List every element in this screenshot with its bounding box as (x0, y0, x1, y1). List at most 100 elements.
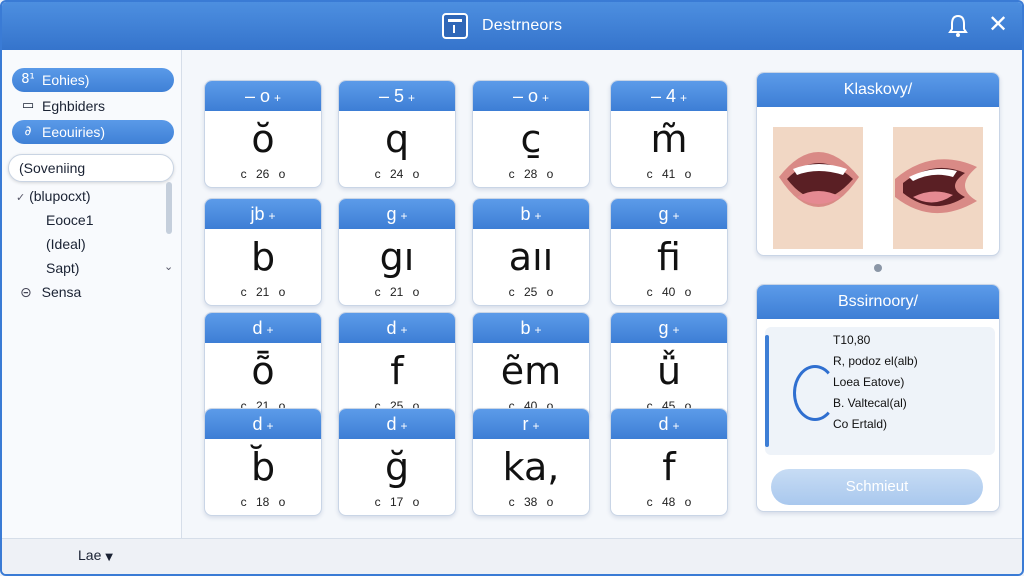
sidebar-list-label: Eooce1 (46, 212, 94, 228)
phoneme-symbol: aıı (508, 235, 554, 279)
plus-icon[interactable]: + (532, 419, 539, 433)
phoneme-card[interactable]: r + ka, c 38 o (472, 408, 590, 516)
phoneme-symbol: ğ (384, 445, 410, 489)
phoneme-card-header: d + (339, 313, 455, 343)
plus-icon[interactable]: + (673, 209, 680, 223)
close-icon[interactable]: ✕ (988, 12, 1008, 36)
phoneme-card[interactable]: g + ǚ c 45 o (610, 312, 728, 420)
plus-icon[interactable]: + (680, 91, 687, 105)
phoneme-card[interactable]: jb + b c 21 o (204, 198, 322, 306)
plus-icon[interactable]: + (269, 209, 276, 223)
sidebar-item-label: Eohies) (42, 72, 90, 88)
phoneme-symbol: ka, (502, 445, 560, 489)
language-select[interactable]: Lae ▼ (78, 547, 113, 563)
phoneme-card-count: c 38 o (508, 495, 554, 509)
phoneme-card[interactable]: d + b̆ c 18 o (204, 408, 322, 516)
phoneme-card-header-text: d (252, 318, 263, 338)
phoneme-card-count: c 25 o (508, 285, 554, 299)
plus-icon[interactable]: + (408, 91, 415, 105)
phoneme-card-header: d + (205, 409, 321, 439)
phoneme-card[interactable]: d + ğ c 17 o (338, 408, 456, 516)
stat-line: B. Valtecal(al) (833, 396, 907, 410)
stat-line: Co Ertald) (833, 417, 888, 431)
phoneme-card-header: – 5 + (339, 81, 455, 111)
chevron-down-icon[interactable]: ⌄ (164, 260, 173, 273)
phoneme-card-count: c 21 o (240, 285, 286, 299)
sidebar-scrollbar[interactable] (166, 182, 172, 234)
phoneme-card-header-text: g (386, 204, 397, 224)
phoneme-card[interactable]: d + f c 48 o (610, 408, 728, 516)
plus-icon[interactable]: + (673, 323, 680, 337)
check-icon: ✓ (16, 191, 26, 204)
phoneme-card-header-text: d (386, 318, 397, 338)
notification-bell-icon[interactable] (948, 14, 968, 38)
phoneme-symbol: q (384, 117, 410, 161)
phoneme-card[interactable]: g + gı c 21 o (338, 198, 456, 306)
phoneme-symbol: fi (657, 235, 681, 279)
phoneme-card[interactable]: d + ȭ c 21 o (204, 312, 322, 420)
status-bar: Lae ▼ (2, 538, 1022, 574)
stat-line: T10,80 (833, 333, 871, 347)
sidebar-list-item[interactable]: Sapt) (46, 260, 79, 276)
phoneme-card-header-text: g (658, 204, 669, 224)
phoneme-card[interactable]: – o + ŏ c 26 o (204, 80, 322, 188)
sidebar-item-label: Eghbiders (42, 98, 106, 114)
plus-icon[interactable]: + (401, 323, 408, 337)
accent-bar (765, 335, 769, 447)
sidebar-item-eeouiries[interactable]: ∂ Eeouiries) (12, 120, 174, 144)
plus-icon[interactable]: + (401, 209, 408, 223)
plus-icon[interactable]: + (673, 419, 680, 433)
phoneme-card-header-text: d (252, 414, 263, 434)
plus-icon[interactable]: + (535, 323, 542, 337)
plus-icon[interactable]: + (535, 209, 542, 223)
plus-icon[interactable]: + (267, 419, 274, 433)
preview-panel-title: Klaskovy/ (757, 73, 999, 107)
phoneme-card-header-text: – 4 (650, 86, 676, 106)
phoneme-card-header: jb + (205, 199, 321, 229)
phoneme-card[interactable]: b + aıı c 25 o (472, 198, 590, 306)
shapes-icon: 8¹ (21, 72, 35, 87)
plus-icon[interactable]: + (274, 91, 281, 105)
app-icon (442, 13, 468, 39)
plus-icon[interactable]: + (267, 323, 274, 337)
phoneme-card[interactable]: g + fi c 40 o (610, 198, 728, 306)
plus-icon[interactable]: + (542, 91, 549, 105)
phoneme-card[interactable]: – o + c̱ c 28 o (472, 80, 590, 188)
phoneme-card-header: d + (205, 313, 321, 343)
carousel-dot[interactable] (874, 264, 882, 272)
phoneme-card-header-text: – o (512, 86, 538, 106)
summary-panel-title: Bssirnoory/ (757, 285, 999, 319)
mouth-image-side (893, 127, 983, 249)
search-input[interactable]: (Soveniing (8, 154, 174, 182)
mouth-image-front (773, 127, 863, 249)
stat-line: R, podoz el(alb) (833, 354, 918, 368)
folder-icon: ▭ (21, 98, 35, 113)
progress-arc-icon (793, 365, 837, 421)
phoneme-symbol: b̆ (250, 445, 276, 489)
circle-icon: ⊝ (20, 285, 32, 301)
sidebar-list-item[interactable]: ⊝ Sensa (20, 284, 81, 301)
phoneme-card[interactable]: d + f c 25 o (338, 312, 456, 420)
phoneme-symbol: ŏ (251, 117, 275, 161)
sidebar-list-item[interactable]: Eooce1 (46, 212, 93, 228)
summary-stats: T10,80 R, podoz el(alb) Loea Eatove) B. … (765, 327, 995, 455)
sidebar-list-item[interactable]: ✓ (blupocxt) (16, 188, 91, 204)
phoneme-card[interactable]: – 4 + m̃ c 41 o (610, 80, 728, 188)
phoneme-symbol: f (390, 349, 404, 393)
plus-icon[interactable]: + (401, 419, 408, 433)
app-window: Destrneors ✕ 8¹ Eohies) ▭ Eghbiders ∂ Ee… (0, 0, 1024, 576)
sidebar-item-eohies[interactable]: 8¹ Eohies) (12, 68, 174, 92)
submit-button[interactable]: Schmieut (771, 469, 983, 505)
phoneme-card-header: – o + (473, 81, 589, 111)
phoneme-card-header: d + (339, 409, 455, 439)
phoneme-card[interactable]: b + ẽm c 40 o (472, 312, 590, 420)
phoneme-card-header-text: b (520, 318, 531, 338)
phoneme-symbol: c̱ (520, 117, 542, 161)
title-bar: Destrneors ✕ (2, 2, 1022, 50)
sidebar-list-item[interactable]: (Ideal) (46, 236, 86, 252)
sidebar-item-eghbiders[interactable]: ▭ Eghbiders (12, 94, 174, 118)
phoneme-card-count: c 28 o (508, 167, 554, 181)
phoneme-card[interactable]: – 5 + q c 24 o (338, 80, 456, 188)
phoneme-symbol: gı (379, 235, 415, 279)
phoneme-card-header-text: d (658, 414, 669, 434)
